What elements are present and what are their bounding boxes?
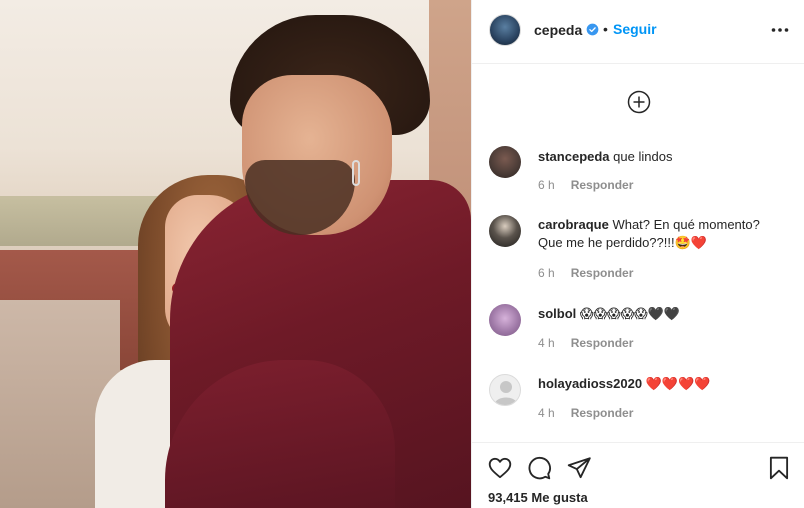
more-options-icon[interactable] <box>769 19 791 41</box>
comment-text: 😱😱😱😱😱🖤🖤 <box>579 306 681 321</box>
comment-body: carobraque What? En qué momento? Que me … <box>538 216 788 252</box>
comment-text: ❤️❤️❤️❤️ <box>645 376 711 391</box>
default-avatar-icon <box>494 381 518 405</box>
bookmark-icon[interactable] <box>766 455 792 481</box>
comment-avatar[interactable] <box>489 146 521 178</box>
paper-plane-icon[interactable] <box>566 455 592 481</box>
author-avatar[interactable] <box>489 14 521 46</box>
heart-icon[interactable] <box>487 455 513 481</box>
photo-earring <box>352 160 360 186</box>
comment-text: que lindos <box>613 149 673 164</box>
reply-button[interactable]: Responder <box>571 406 634 420</box>
comment-icon[interactable] <box>526 455 552 481</box>
reply-button[interactable]: Responder <box>571 336 634 350</box>
comment-time: 6 h <box>538 266 555 280</box>
comment-time: 6 h <box>538 178 555 192</box>
comment-body: solbol 😱😱😱😱😱🖤🖤 <box>538 305 788 323</box>
instagram-post-view: cepeda • Seguir stancepeda que lindos 6 … <box>0 0 804 508</box>
plus-circle-icon[interactable] <box>627 90 651 114</box>
verified-badge-icon <box>586 23 599 36</box>
comment-body: stancepeda que lindos <box>538 148 788 166</box>
comment-meta: 4 h Responder <box>538 406 633 420</box>
reply-button[interactable]: Responder <box>571 178 634 192</box>
comment-username[interactable]: carobraque <box>538 217 609 232</box>
post-actions: 93,415 Me gusta <box>472 442 804 508</box>
comment-body: holayadioss2020 ❤️❤️❤️❤️ <box>538 375 788 393</box>
header-separator: • <box>603 21 608 37</box>
comment-username[interactable]: stancepeda <box>538 149 610 164</box>
comment-username[interactable]: holayadioss2020 <box>538 376 642 391</box>
post-header: cepeda • Seguir <box>472 0 804 64</box>
comment-meta: 6 h Responder <box>538 266 633 280</box>
comment-avatar[interactable] <box>489 304 521 336</box>
follow-button[interactable]: Seguir <box>613 21 657 37</box>
comment-avatar[interactable] <box>489 215 521 247</box>
post-photo[interactable] <box>0 0 471 508</box>
likes-count[interactable]: 93,415 Me gusta <box>488 490 588 505</box>
comment-meta: 6 h Responder <box>538 178 633 192</box>
comment-time: 4 h <box>538 406 555 420</box>
author-username[interactable]: cepeda <box>534 22 582 38</box>
comment-username[interactable]: solbol <box>538 306 576 321</box>
post-side-panel: cepeda • Seguir stancepeda que lindos 6 … <box>471 0 804 508</box>
comment-meta: 4 h Responder <box>538 336 633 350</box>
reply-button[interactable]: Responder <box>571 266 634 280</box>
comment-avatar[interactable] <box>489 374 521 406</box>
comment-time: 4 h <box>538 336 555 350</box>
